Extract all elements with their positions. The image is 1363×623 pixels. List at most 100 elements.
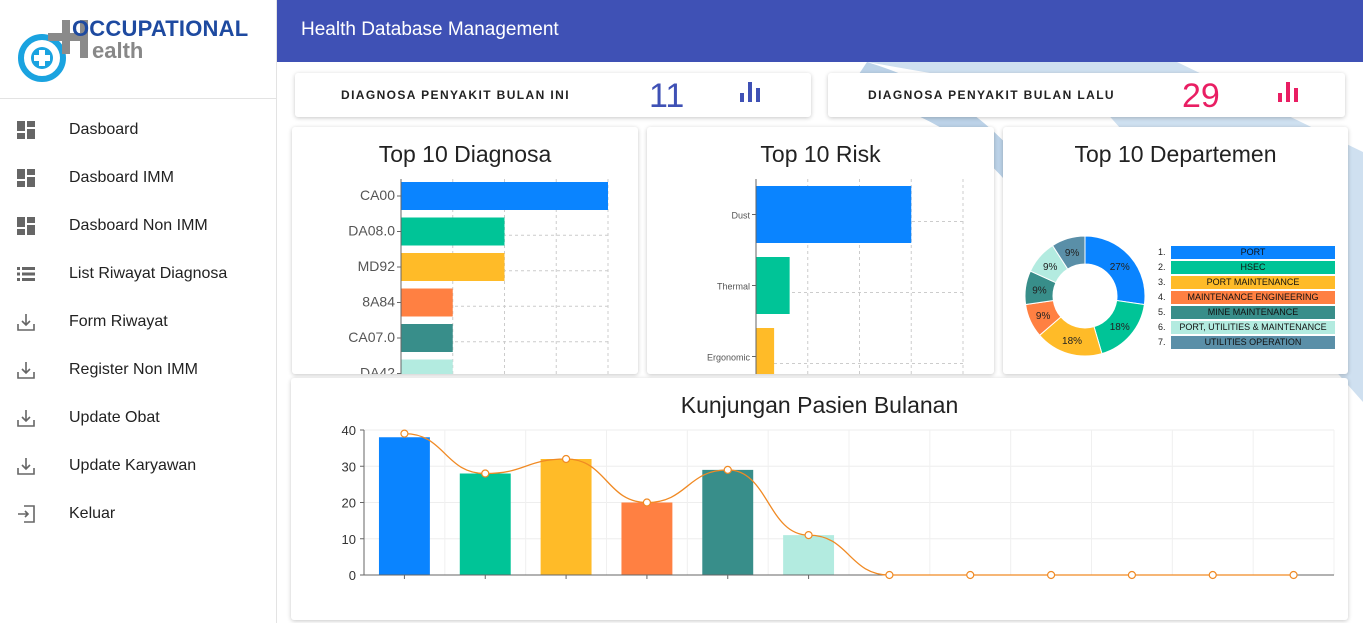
- list-icon: [16, 264, 36, 284]
- legend-label: HSEC: [1171, 261, 1335, 274]
- slice-label: 18%: [1062, 336, 1082, 347]
- nav-label: Update Obat: [69, 409, 160, 426]
- tick-label: DA08.0: [348, 223, 395, 239]
- app-logo[interactable]: OCCUPATIONAL ealth: [18, 16, 258, 88]
- line-point: [400, 429, 409, 438]
- legend-index: 4.: [1158, 292, 1166, 302]
- slice-label: 18%: [1110, 322, 1130, 333]
- nav-keluar[interactable]: Keluar: [0, 492, 276, 536]
- slice-label: 9%: [1036, 311, 1051, 322]
- nav-label: List Riwayat Diagnosa: [69, 265, 228, 282]
- legend-index: 3.: [1158, 277, 1166, 287]
- bar: [401, 182, 608, 210]
- nav-label: Dasboard Non IMM: [69, 217, 208, 234]
- line-point: [804, 531, 813, 540]
- line-point: [561, 454, 571, 464]
- nav-label: Form Riwayat: [69, 313, 168, 330]
- risk-bar-chart: Dust Thermal Ergonomic: [707, 179, 964, 374]
- stat-value: 29: [1182, 77, 1220, 115]
- nav-label: Dasboard: [69, 121, 139, 138]
- download-icon: [16, 360, 36, 380]
- tick-label: Ergonomic: [707, 353, 751, 363]
- bar: [378, 437, 430, 575]
- bar: [401, 217, 505, 246]
- y-tick-label: 30: [342, 459, 356, 474]
- legend-label: MINE MAINTENANCE: [1171, 306, 1335, 319]
- tick-label: CA07.0: [348, 329, 395, 345]
- departemen-donut-chart: 27% 18% 18% 9% 9% 9% 9%: [1024, 235, 1146, 357]
- tick-label: DA42: [360, 365, 395, 375]
- bar: [756, 257, 790, 314]
- slice-label: 9%: [1032, 285, 1047, 296]
- nav-form-riwayat[interactable]: Form Riwayat: [0, 300, 276, 344]
- tick-label: Dust: [731, 211, 750, 221]
- top-departemen-card: Top 10 Departemen 27% 18% 18% 9% 9% 9% 9% 1. PO…: [1003, 127, 1348, 374]
- legend-index: 5.: [1158, 307, 1166, 317]
- tick-label: 8A84: [362, 294, 395, 310]
- download-icon: [16, 312, 36, 332]
- tick-label: MD92: [358, 258, 396, 274]
- line-point: [885, 570, 894, 580]
- stat-label: DIAGNOSA PENYAKIT BULAN LALU: [868, 88, 1115, 102]
- slice-label: 9%: [1043, 262, 1058, 273]
- nav-label: Register Non IMM: [69, 361, 198, 378]
- bar: [783, 535, 835, 575]
- logo-text-health: ealth: [92, 38, 144, 63]
- legend-index: 7.: [1158, 337, 1166, 347]
- dashboard-icon: [16, 168, 36, 188]
- nav-label: Dasboard IMM: [69, 169, 174, 186]
- dashboard-icon: [16, 216, 36, 236]
- nav-update-karyawan[interactable]: Update Karyawan: [0, 444, 276, 488]
- dashboard-icon: [16, 120, 36, 140]
- legend-label: PORT, UTILITIES & MAINTENANCE: [1171, 321, 1335, 334]
- y-tick-label: 40: [342, 423, 356, 438]
- nav-label: Keluar: [69, 505, 116, 522]
- nav-register-non-imm[interactable]: Register Non IMM: [0, 348, 276, 392]
- line-point: [723, 465, 732, 474]
- stat-card-this-month: DIAGNOSA PENYAKIT BULAN INI 11: [295, 73, 811, 117]
- stat-value: 11: [649, 77, 685, 115]
- bar: [459, 473, 511, 575]
- app-title: Health Database Management: [301, 19, 559, 40]
- y-tick-label: 20: [342, 496, 356, 511]
- nav-list-riwayat-diagnosa[interactable]: List Riwayat Diagnosa: [0, 252, 276, 296]
- diagnosa-bar-chart: CA00 DA08.0 MD92 8A84 CA07.0 DA42: [348, 179, 609, 375]
- line-point: [642, 498, 652, 507]
- kunjungan-card: Kunjungan Pasien Bulanan 0 10 20 30 40: [291, 378, 1348, 620]
- nav-dasboard-non-imm[interactable]: Dasboard Non IMM: [0, 204, 276, 248]
- stat-label: DIAGNOSA PENYAKIT BULAN INI: [341, 88, 570, 102]
- nav-dasboard-imm[interactable]: Dasboard IMM: [0, 156, 276, 200]
- legend-label: UTILITIES OPERATION: [1171, 336, 1335, 349]
- top-app-bar: Health Database Management: [277, 0, 1363, 62]
- legend-label: PORT MAINTENANCE: [1171, 276, 1335, 289]
- bar: [401, 359, 453, 374]
- line-point: [966, 570, 975, 580]
- bar: [756, 186, 912, 243]
- bar: [540, 459, 592, 575]
- nav-dasboard[interactable]: Dasboard: [0, 108, 276, 152]
- download-icon: [16, 456, 36, 476]
- top-diagnosa-card: Top 10 Diagnosa CA00 DA08.0 MD92 8A84 CA07.0…: [292, 127, 638, 374]
- logout-icon: [16, 504, 36, 524]
- sidebar: OCCUPATIONAL ealth Dasboard Dasboard IMM D…: [0, 0, 277, 623]
- line-point: [1127, 570, 1137, 580]
- tick-label: Thermal: [717, 282, 750, 292]
- nav-label: Update Karyawan: [69, 457, 197, 474]
- slice-label: 27%: [1110, 262, 1130, 273]
- nav-update-obat[interactable]: Update Obat: [0, 396, 276, 440]
- legend-label: PORT: [1171, 246, 1335, 259]
- bar: [401, 253, 505, 281]
- legend-index: 1.: [1158, 247, 1166, 257]
- sidebar-divider: [0, 98, 276, 99]
- bar-chart-icon: [740, 82, 760, 102]
- line-point: [1208, 570, 1217, 580]
- bar: [401, 288, 453, 317]
- slice-label: 9%: [1065, 248, 1080, 259]
- bar: [621, 502, 673, 575]
- kunjungan-combo-chart: 0 10 20 30 40: [342, 423, 1335, 583]
- bar: [702, 469, 754, 575]
- tick-label: CA00: [360, 187, 395, 203]
- legend-index: 2.: [1158, 262, 1166, 272]
- line-point: [1289, 570, 1298, 580]
- y-tick-label: 10: [342, 532, 356, 547]
